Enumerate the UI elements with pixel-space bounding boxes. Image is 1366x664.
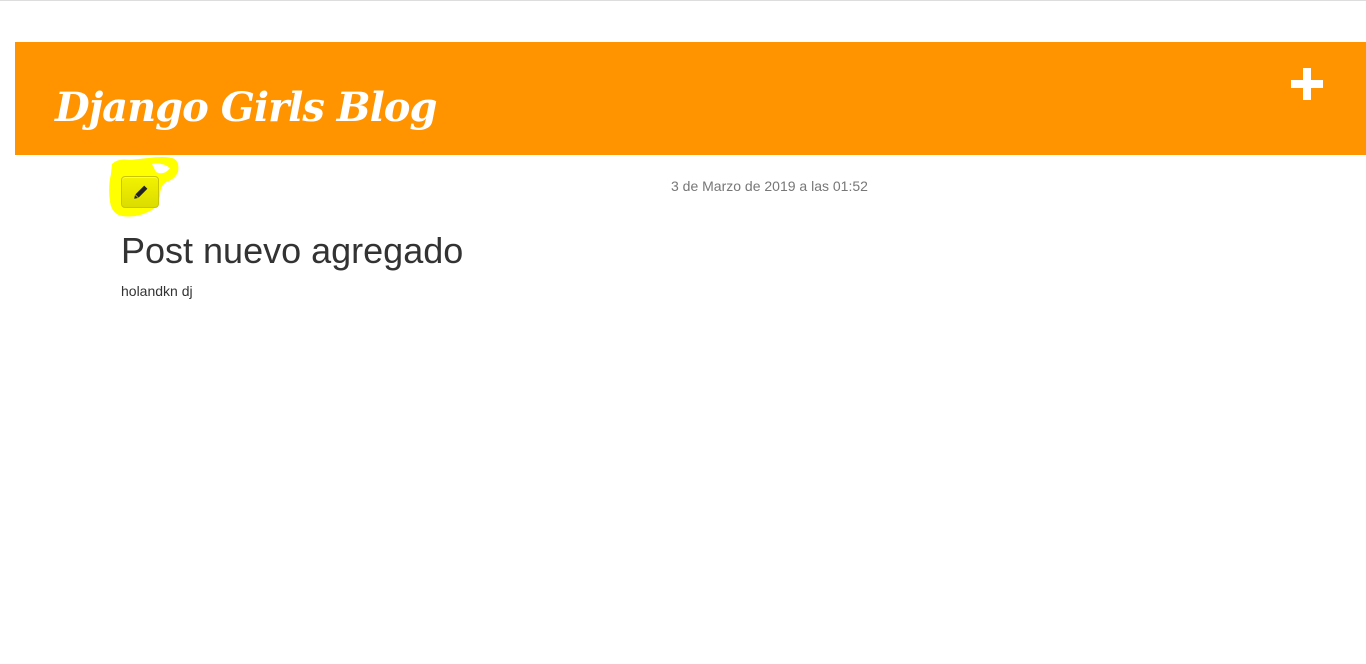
page-header: Django Girls Blog [15,42,1366,155]
post-text: holandkn dj [121,283,193,299]
edit-post-button[interactable] [121,176,159,208]
post-date: 3 de Marzo de 2019 a las 01:52 [671,178,868,194]
top-divider [0,0,1366,1]
blog-title-link[interactable]: Django Girls Blog [55,78,437,138]
add-post-button[interactable] [1289,66,1325,102]
post-title-link[interactable]: Post nuevo agregado [121,230,463,272]
pencil-icon [134,185,148,199]
